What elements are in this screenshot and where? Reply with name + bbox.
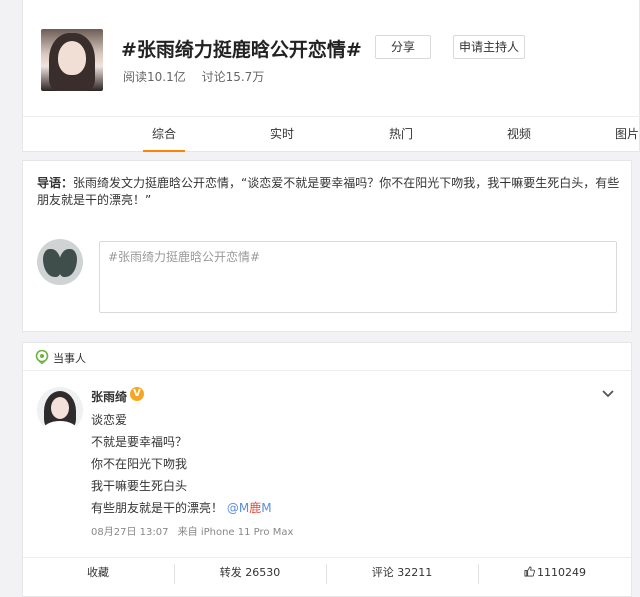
tab-comprehensive[interactable]: 综合 xyxy=(134,125,194,142)
post-line: 你不在阳光下吻我 xyxy=(91,457,188,471)
topic-tabs: 综合 实时 热门 视频 图片 xyxy=(23,116,640,152)
like-button[interactable]: 1110249 xyxy=(479,558,631,597)
thumbs-up-icon xyxy=(524,566,535,577)
tab-video[interactable]: 视频 xyxy=(489,125,549,142)
location-pin-icon xyxy=(35,350,49,364)
verified-badge-icon: V xyxy=(130,387,144,401)
intro-card: 导语：张雨绮发文力挺鹿晗公开恋情，“谈恋爱不就是要幸福吗？你不在阳光下吻我，我干… xyxy=(22,160,632,332)
author-avatar[interactable] xyxy=(37,387,83,433)
topic-stats: 阅读10.1亿 讨论15.7万 xyxy=(123,68,276,85)
like-count: 1110249 xyxy=(537,566,586,579)
post-line-text: 有些朋友就是干的漂亮！ xyxy=(91,501,224,515)
comment-button[interactable]: 评论 32211 xyxy=(327,558,477,597)
post-date[interactable]: 08月27日 13:07 xyxy=(91,527,168,538)
weibo-post-card: 当事人 张雨绮 V 谈恋爱 不就是要幸福吗？ 你不在阳光下吻我 我干嘛要生死白头… xyxy=(22,342,632,597)
apply-host-button[interactable]: 申请主持人 xyxy=(453,35,525,59)
intro-prefix: 导语： xyxy=(37,176,74,190)
author-face xyxy=(51,397,69,419)
avatar-wing-right xyxy=(59,249,77,277)
post-line: 不就是要幸福吗？ xyxy=(91,435,188,449)
cover-face xyxy=(58,41,86,75)
post-content: 谈恋爱 不就是要幸福吗？ 你不在阳光下吻我 我干嘛要生死白头 有些朋友就是干的漂… xyxy=(91,411,272,521)
post-line: 我干嘛要生死白头 xyxy=(91,479,188,493)
topic-cover-image xyxy=(41,29,103,91)
section-header: 当事人 xyxy=(23,343,631,371)
mention-link[interactable]: @M鹿M xyxy=(227,501,272,515)
section-label: 当事人 xyxy=(53,352,86,365)
topic-page: #张雨绮力挺鹿晗公开恋情# 分享 申请主持人 阅读10.1亿 讨论15.7万 综… xyxy=(0,0,640,597)
active-tab-indicator xyxy=(143,150,185,152)
post-line-last: 有些朋友就是干的漂亮！ @M鹿M xyxy=(91,499,272,521)
repost-button[interactable]: 转发 26530 xyxy=(175,558,325,597)
read-count: 阅读10.1亿 xyxy=(123,70,186,84)
post-line: 谈恋爱 xyxy=(91,413,128,427)
tab-realtime[interactable]: 实时 xyxy=(252,125,312,142)
post-meta: 08月27日 13:07 来自 iPhone 11 Pro Max xyxy=(91,523,299,538)
chevron-down-icon[interactable] xyxy=(601,389,615,399)
current-user-avatar[interactable] xyxy=(37,239,83,285)
post-source: 来自 iPhone 11 Pro Max xyxy=(177,527,294,538)
share-button[interactable]: 分享 xyxy=(375,35,431,59)
tab-images[interactable]: 图片 xyxy=(615,125,640,142)
author-body xyxy=(43,421,77,433)
post-composer-input[interactable]: #张雨绮力挺鹿晗公开恋情# xyxy=(99,241,617,313)
tab-hot[interactable]: 热门 xyxy=(371,125,431,142)
topic-title: #张雨绮力挺鹿晗公开恋情# xyxy=(121,39,362,61)
post-actions: 收藏 转发 26530 评论 32211 1110249 xyxy=(23,557,631,597)
discussion-count: 讨论15.7万 xyxy=(201,70,265,84)
intro-body: 张雨绮发文力挺鹿晗公开恋情，“谈恋爱不就是要幸福吗？你不在阳光下吻我，我干嘛要生… xyxy=(37,176,620,207)
favorite-button[interactable]: 收藏 xyxy=(23,558,173,597)
topic-header: #张雨绮力挺鹿晗公开恋情# 分享 申请主持人 阅读10.1亿 讨论15.7万 综… xyxy=(22,0,640,152)
topic-intro: 导语：张雨绮发文力挺鹿晗公开恋情，“谈恋爱不就是要幸福吗？你不在阳光下吻我，我干… xyxy=(37,175,621,209)
author-name[interactable]: 张雨绮 xyxy=(91,388,127,405)
